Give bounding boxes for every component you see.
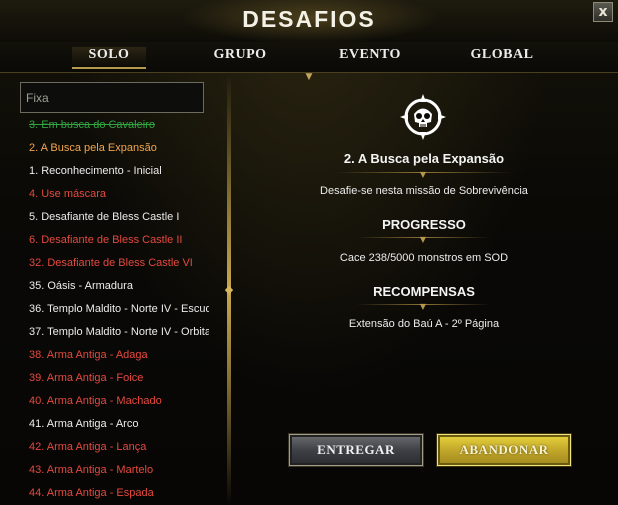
quest-item[interactable]: 32. Desafiante de Bless Castle VI bbox=[29, 255, 209, 278]
tab-global[interactable]: GLOBAL bbox=[466, 47, 538, 67]
challenges-window: DESAFIOS x SOLO GRUPO EVENTO GLOBAL ▼ 3.… bbox=[0, 0, 618, 505]
tab-bar: SOLO GRUPO EVENTO GLOBAL bbox=[0, 42, 618, 73]
abandon-button-label: ABANDONAR bbox=[459, 442, 549, 457]
quest-item[interactable]: 3. Em busca do Cavaleiro bbox=[29, 117, 209, 140]
quest-item[interactable]: 37. Templo Maldito - Norte IV - Orbital bbox=[29, 324, 209, 347]
quest-item[interactable]: 35. Oásis - Armadura bbox=[29, 278, 209, 301]
quest-item[interactable]: 44. Arma Antiga - Espada bbox=[29, 485, 209, 505]
quest-item[interactable]: 38. Arma Antiga - Adaga bbox=[29, 347, 209, 370]
tab-grupo[interactable]: GRUPO bbox=[205, 47, 275, 67]
rewards-text: Extensão do Baú A - 2º Página bbox=[348, 318, 500, 330]
abandon-button[interactable]: ABANDONAR bbox=[437, 434, 571, 466]
quest-item[interactable]: 41. Arma Antiga - Arco bbox=[29, 416, 209, 439]
tab-ornament-icon: ▼ bbox=[305, 72, 313, 82]
separator-ornament-icon: ▼ bbox=[419, 235, 427, 244]
window-title: DESAFIOS bbox=[242, 6, 376, 32]
deliver-button[interactable]: ENTREGAR bbox=[289, 434, 423, 466]
quest-list: 3. Em busca do Cavaleiro 2. A Busca pela… bbox=[29, 117, 209, 505]
quest-description: Desafie-se nesta missão de Sobrevivência bbox=[320, 185, 528, 197]
quest-item[interactable]: 39. Arma Antiga - Foice bbox=[29, 370, 209, 393]
quest-item[interactable]: 42. Arma Antiga - Lança bbox=[29, 439, 209, 462]
progress-text: Cace 238/5000 monstros em SOD bbox=[339, 252, 509, 264]
progress-heading: PROGRESSO bbox=[382, 217, 466, 232]
tab-evento[interactable]: EVENTO bbox=[333, 47, 407, 67]
rewards-heading: RECOMPENSAS bbox=[373, 284, 475, 299]
separator-ornament-icon: ▼ bbox=[419, 302, 427, 311]
quest-item[interactable]: 6. Desafiante de Bless Castle II bbox=[29, 232, 209, 255]
deliver-button-label: ENTREGAR bbox=[317, 442, 395, 457]
quest-item[interactable]: 43. Arma Antiga - Martelo bbox=[29, 462, 209, 485]
separator-ornament-icon: ▼ bbox=[419, 170, 427, 179]
quest-item-selected[interactable]: 2. A Busca pela Expansão bbox=[29, 140, 209, 163]
filter-input[interactable] bbox=[20, 82, 204, 113]
quest-title: 2. A Busca pela Expansão bbox=[343, 151, 505, 166]
quest-item[interactable]: 1. Reconhecimento - Inicial bbox=[29, 163, 209, 186]
quest-item[interactable]: 5. Desafiante de Bless Castle I bbox=[29, 209, 209, 232]
quest-item[interactable]: 36. Templo Maldito - Norte IV - Escudo bbox=[29, 301, 209, 324]
skull-icon bbox=[400, 94, 446, 140]
quest-item[interactable]: 40. Arma Antiga - Machado bbox=[29, 393, 209, 416]
tab-solo[interactable]: SOLO bbox=[72, 47, 146, 69]
title-bar: DESAFIOS x bbox=[0, 0, 618, 44]
close-button[interactable]: x bbox=[593, 2, 613, 22]
quest-item[interactable]: 4. Use máscara bbox=[29, 186, 209, 209]
